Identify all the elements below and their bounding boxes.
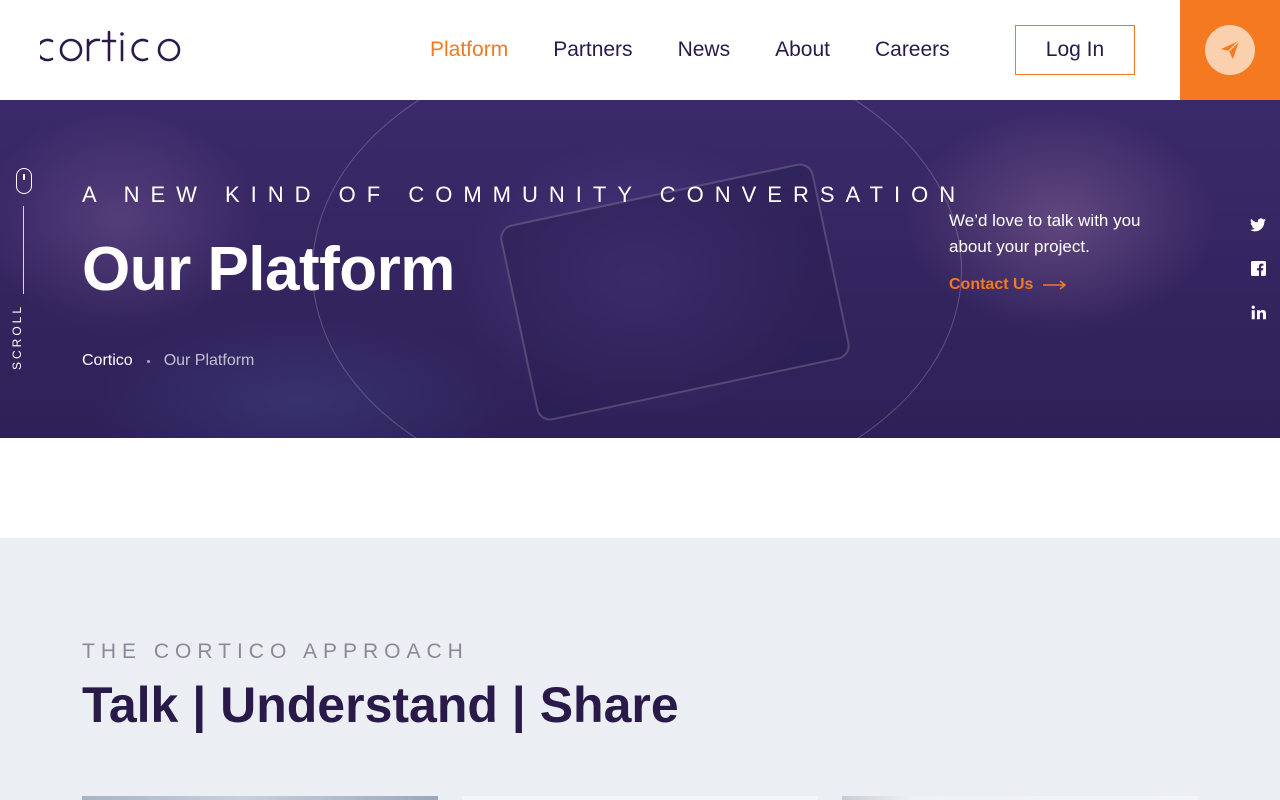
approach-card-image (462, 796, 818, 800)
linkedin-icon[interactable] (1248, 302, 1268, 322)
nav-item-about[interactable]: About (775, 38, 830, 62)
breadcrumb-current: Our Platform (163, 352, 255, 369)
arrow-right-icon (1043, 280, 1067, 290)
paper-plane-icon (1220, 40, 1240, 60)
cortico-logo[interactable] (40, 26, 192, 70)
approach-title: Talk | Understand | Share (82, 677, 679, 733)
scroll-line (23, 206, 24, 294)
main-nav: Platform Partners News About Careers (430, 0, 995, 100)
scroll-label[interactable]: SCROLL (10, 304, 24, 370)
nav-item-careers[interactable]: Careers (875, 38, 950, 62)
contact-us-label: Contact Us (949, 276, 1034, 293)
cta-text: We’d love to talk with you about your pr… (949, 211, 1141, 256)
login-button[interactable]: Log In (1015, 25, 1135, 75)
page-title: Our Platform (82, 235, 455, 304)
approach-eyebrow: THE CORTICO APPROACH (82, 640, 469, 663)
mouse-icon[interactable] (16, 168, 32, 194)
breadcrumb-separator (146, 359, 150, 363)
breadcrumb-home-link[interactable]: Cortico (82, 352, 133, 370)
twitter-icon[interactable] (1248, 215, 1268, 235)
nav-item-news[interactable]: News (678, 38, 731, 62)
site-header: Platform Partners News About Careers Log… (0, 0, 1280, 100)
hero-eyebrow: A NEW KIND OF COMMUNITY CONVERSATION (82, 182, 967, 207)
nav-item-platform[interactable]: Platform (430, 38, 508, 62)
contact-send-button[interactable] (1180, 0, 1280, 100)
send-icon-circle (1205, 25, 1255, 75)
approach-card-image (82, 796, 438, 800)
facebook-icon[interactable] (1248, 258, 1268, 278)
hero-banner: SCROLL A NEW KIND OF COMMUNITY CONVERSAT… (0, 100, 1280, 438)
contact-us-link[interactable]: Contact Us (949, 276, 1067, 294)
nav-item-partners[interactable]: Partners (553, 38, 632, 62)
approach-card-image (842, 796, 1198, 800)
approach-section: THE CORTICO APPROACH Talk | Understand |… (0, 538, 1280, 800)
breadcrumb: Cortico Our Platform (82, 352, 254, 370)
